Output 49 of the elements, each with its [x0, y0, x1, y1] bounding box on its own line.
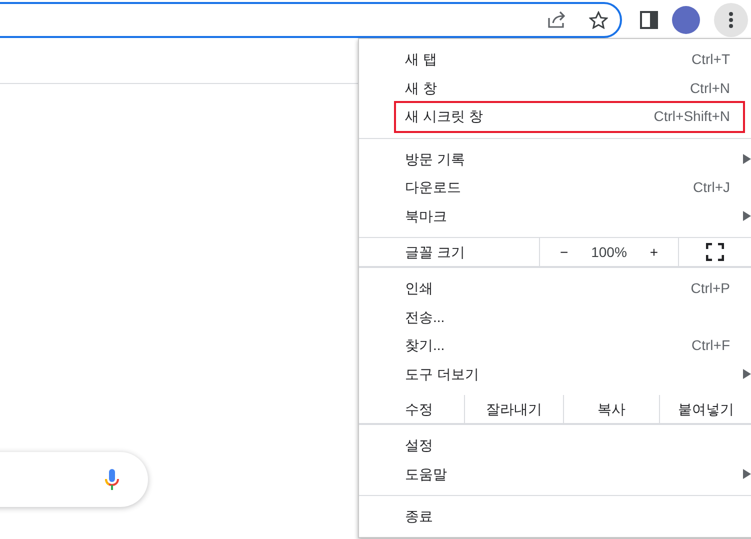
menu-item-label: 새 창 — [405, 78, 437, 98]
menu-item[interactable]: 새 탭 Ctrl+T — [359, 46, 751, 74]
menu-item[interactable]: 설정 — [359, 432, 751, 460]
edit-button[interactable]: 잘라내기 — [464, 395, 563, 423]
menu-item-label: 글꼴 크기 — [405, 242, 465, 262]
menu-button[interactable] — [714, 3, 748, 37]
menu-item-label: 방문 기록 — [405, 150, 465, 169]
zoom-in-button[interactable]: + — [646, 242, 662, 262]
menu-item[interactable]: 북마크 — [359, 202, 751, 230]
zoom-out-button[interactable]: − — [556, 242, 572, 262]
edit-button[interactable]: 붙여넣기 — [659, 395, 751, 423]
shortcut-label: Ctrl+J — [693, 178, 730, 198]
shortcut-label: Ctrl+Shift+N — [654, 107, 730, 126]
menu-item[interactable]: 전송... — [359, 303, 751, 332]
menu-item[interactable]: 인쇄 Ctrl+P — [359, 274, 751, 303]
shortcut-label: Ctrl+F — [692, 336, 730, 356]
menu-item[interactable]: 다운로드 Ctrl+J — [359, 174, 751, 202]
shortcut-label: Ctrl+P — [690, 279, 730, 298]
menu-item-label: 새 탭 — [405, 50, 437, 70]
menu-item[interactable]: 방문 기록 — [359, 145, 751, 174]
menu-item-label: 설정 — [405, 436, 433, 456]
fullscreen-icon[interactable] — [706, 243, 724, 261]
menu-item-label: 도구 더보기 — [405, 364, 479, 384]
zoom-level: 100% — [591, 242, 627, 262]
microphone-icon[interactable] — [104, 468, 120, 492]
side-panel-icon[interactable] — [640, 11, 658, 29]
menu-item[interactable]: 찾기... Ctrl+F — [359, 332, 751, 360]
menu-item-label: 북마크 — [405, 206, 447, 226]
menu-item-label: 새 시크릿 창 — [405, 107, 483, 126]
menu-item[interactable]: 도움말 — [359, 460, 751, 488]
menu-item-label: 수정 — [405, 400, 433, 418]
edit-button[interactable]: 복사 — [563, 395, 659, 423]
address-bar[interactable] — [0, 2, 622, 38]
menu-item[interactable]: 새 창 Ctrl+N — [359, 74, 751, 102]
menu-item-label: 다운로드 — [405, 178, 461, 198]
profile-avatar[interactable] — [672, 6, 700, 34]
star-icon[interactable] — [589, 11, 608, 29]
menu-item[interactable]: 새 시크릿 창 Ctrl+Shift+N — [359, 100, 751, 132]
shortcut-label: Ctrl+T — [692, 50, 730, 70]
menu-icon — [729, 12, 733, 28]
share-icon[interactable] — [547, 11, 567, 29]
menu-item-label: 전송... — [405, 308, 445, 327]
menu-item[interactable]: 도구 더보기 — [359, 360, 751, 388]
menu-item-label: 찾기... — [405, 336, 445, 356]
menu-item-label: 인쇄 — [405, 279, 433, 298]
shortcut-label: Ctrl+N — [690, 78, 730, 98]
menu-item-label: 종료 — [405, 507, 433, 526]
menu-item[interactable]: 종료 — [359, 502, 751, 531]
menu-item-label: 도움말 — [405, 464, 447, 484]
